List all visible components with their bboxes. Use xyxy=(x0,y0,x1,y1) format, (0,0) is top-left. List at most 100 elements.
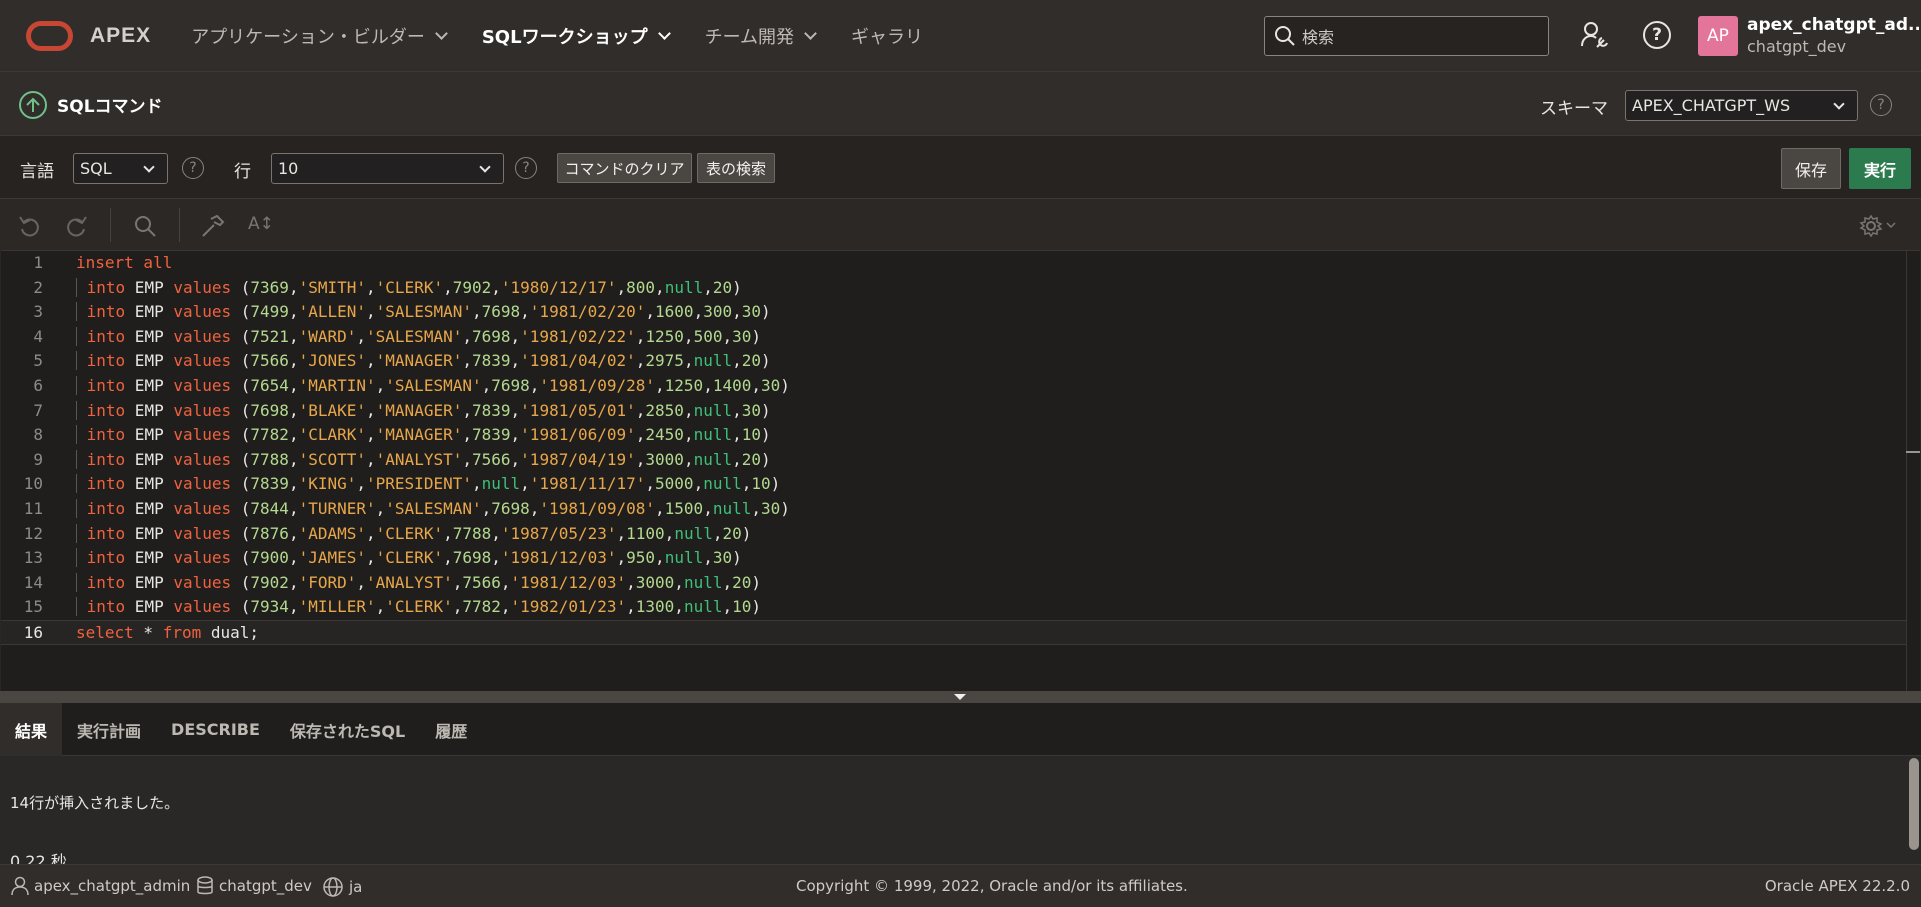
help-icon[interactable]: ? xyxy=(1643,21,1671,49)
tab-explain-plan[interactable]: 実行計画 xyxy=(62,703,156,756)
editor-scroll-marker xyxy=(1906,451,1920,453)
collapse-arrow-icon[interactable] xyxy=(954,694,966,700)
editor-scrollbar[interactable] xyxy=(1906,251,1920,691)
line-number: 16 xyxy=(23,622,43,642)
footer-workspace-label: chatgpt_dev xyxy=(219,877,312,895)
nav-team-development[interactable]: チーム開発 xyxy=(705,0,817,71)
schema-value: APEX_CHATGPT_WS xyxy=(1632,96,1791,115)
results-tabs: 結果 実行計画 DESCRIBE 保存されたSQL 履歴 xyxy=(0,703,1921,756)
format-code-icon[interactable]: A↕ xyxy=(248,214,274,234)
sql-editor[interactable]: 1 insert all 2 into EMP values (7369,'SMIT… xyxy=(1,251,1920,691)
language-select[interactable]: SQL xyxy=(73,153,168,184)
editor-results-splitter[interactable] xyxy=(0,691,1921,703)
database-icon xyxy=(197,876,213,895)
user-name[interactable]: apex_chatgpt_ad... xyxy=(1747,15,1919,35)
code-line[interactable]: 4 into EMP values (7521,'WARD','SALESMAN… xyxy=(1,325,1906,350)
code-text: into EMP values (7499,'ALLEN','SALESMAN'… xyxy=(76,300,771,325)
schema-select[interactable]: APEX_CHATGPT_WS xyxy=(1625,90,1858,121)
code-text: into EMP values (7698,'BLAKE','MANAGER',… xyxy=(76,399,771,424)
results-scrollbar[interactable] xyxy=(1909,758,1919,850)
find-tables-button[interactable]: 表の検索 xyxy=(697,153,775,183)
rows-select[interactable]: 10 xyxy=(271,153,504,184)
code-text: into EMP values (7369,'SMITH','CLERK',79… xyxy=(76,276,742,301)
code-text: into EMP values (7788,'SCOTT','ANALYST',… xyxy=(76,448,771,473)
footer-user[interactable]: apex_chatgpt_admin xyxy=(11,876,190,896)
code-line[interactable]: 13 into EMP values (7900,'JAMES','CLERK'… xyxy=(1,546,1906,571)
nav-label: アプリケーション・ビルダー xyxy=(191,26,425,48)
redo-icon[interactable] xyxy=(63,213,89,239)
code-text: select * from dual; xyxy=(76,622,260,642)
code-text: into EMP values (7902,'FORD','ANALYST',7… xyxy=(76,571,761,596)
schema-help-icon[interactable]: ? xyxy=(1870,94,1892,116)
find-icon[interactable] xyxy=(132,213,158,239)
footer-language-label: ja xyxy=(349,878,363,896)
code-line[interactable]: 1 insert all xyxy=(1,251,1906,276)
language-value: SQL xyxy=(80,159,112,178)
save-button[interactable]: 保存 xyxy=(1781,148,1841,189)
clear-command-button[interactable]: コマンドのクリア xyxy=(557,153,692,183)
footer: apex_chatgpt_admin chatgpt_dev ja Copyri… xyxy=(0,864,1921,907)
main-nav: アプリケーション・ビルダー SQLワークショップ チーム開発 ギャラリ xyxy=(191,0,959,71)
code-text: insert all xyxy=(76,253,173,272)
search-input[interactable]: 検索 xyxy=(1264,16,1549,56)
settings-gear-icon[interactable] xyxy=(1858,213,1898,239)
code-line[interactable]: 6 into EMP values (7654,'MARTIN','SALESM… xyxy=(1,374,1906,399)
code-line[interactable]: 12 into EMP values (7876,'ADAMS','CLERK'… xyxy=(1,522,1906,547)
line-number: 1 xyxy=(33,253,43,272)
nav-gallery[interactable]: ギャラリ xyxy=(851,0,923,71)
results-panel: 14行が挿入されました。 0.22 秒 xyxy=(0,756,1921,864)
code-line[interactable]: 11 into EMP values (7844,'TURNER','SALES… xyxy=(1,497,1906,522)
tab-describe[interactable]: DESCRIBE xyxy=(156,703,275,756)
line-number: 4 xyxy=(33,326,43,346)
footer-workspace[interactable]: chatgpt_dev xyxy=(196,876,312,896)
code-line[interactable]: 5 into EMP values (7566,'JONES','MANAGER… xyxy=(1,349,1906,374)
line-number: 6 xyxy=(33,375,43,395)
schema-label: スキーマ xyxy=(1540,99,1608,119)
line-number: 7 xyxy=(33,400,43,420)
line-number: 14 xyxy=(23,572,43,592)
code-line[interactable]: 15 into EMP values (7934,'MILLER','CLERK… xyxy=(1,595,1906,620)
admin-tools-icon[interactable] xyxy=(1580,20,1610,50)
chevron-down-icon xyxy=(479,161,491,173)
undo-icon[interactable] xyxy=(17,213,43,239)
code-line[interactable]: 3 into EMP values (7499,'ALLEN','SALESMA… xyxy=(1,300,1906,325)
code-line[interactable]: 7 into EMP values (7698,'BLAKE','MANAGER… xyxy=(1,399,1906,424)
rows-help-icon[interactable]: ? xyxy=(515,157,537,179)
line-number: 15 xyxy=(23,597,43,617)
oracle-logo-icon xyxy=(26,20,73,51)
code-text: into EMP values (7900,'JAMES','CLERK',76… xyxy=(76,546,742,571)
code-text: into EMP values (7566,'JONES','MANAGER',… xyxy=(76,349,771,374)
code-line[interactable]: 10 into EMP values (7839,'KING','PRESIDE… xyxy=(1,472,1906,497)
tab-results[interactable]: 結果 xyxy=(0,703,63,756)
copyright: Copyright © 1999, 2022, Oracle and/or it… xyxy=(796,877,1188,895)
page-title: SQLコマンド xyxy=(57,97,163,117)
footer-language[interactable]: ja xyxy=(322,876,362,898)
apex-logo[interactable]: APEX xyxy=(26,20,151,51)
tab-saved-sql[interactable]: 保存されたSQL xyxy=(275,703,420,756)
arrow-up-circle-icon[interactable] xyxy=(19,91,47,119)
line-number: 9 xyxy=(33,449,43,469)
code-line[interactable]: 8 into EMP values (7782,'CLARK','MANAGER… xyxy=(1,423,1906,448)
hammer-icon[interactable] xyxy=(200,213,226,239)
workspace-name: chatgpt_dev xyxy=(1747,37,1847,56)
avatar[interactable]: AP xyxy=(1698,16,1738,56)
code-line[interactable]: 9 into EMP values (7788,'SCOTT','ANALYST… xyxy=(1,448,1906,473)
code-line[interactable]: 14 into EMP values (7902,'FORD','ANALYST… xyxy=(1,571,1906,596)
rows-value: 10 xyxy=(278,159,299,178)
tab-history[interactable]: 履歴 xyxy=(420,703,482,756)
nav-app-builder[interactable]: アプリケーション・ビルダー xyxy=(191,0,448,71)
code-text: into EMP values (7654,'MARTIN','SALESMAN… xyxy=(76,374,790,399)
line-number: 12 xyxy=(23,523,43,543)
search-icon xyxy=(1275,26,1295,46)
code-lines[interactable]: 1 insert all 2 into EMP values (7369,'SMIT… xyxy=(1,251,1906,645)
footer-user-label: apex_chatgpt_admin xyxy=(34,877,191,895)
code-line[interactable]: 16 select * from dual; xyxy=(1,619,1906,645)
language-help-icon[interactable]: ? xyxy=(182,157,204,179)
chevron-down-icon xyxy=(434,26,448,40)
nav-sql-workshop[interactable]: SQLワークショップ xyxy=(482,0,671,71)
code-text: into EMP values (7934,'MILLER','CLERK',7… xyxy=(76,595,761,620)
chevron-down-icon xyxy=(804,26,817,40)
code-line[interactable]: 2 into EMP values (7369,'SMITH','CLERK',… xyxy=(1,276,1906,301)
toolbar-divider xyxy=(179,208,180,242)
run-button[interactable]: 実行 xyxy=(1849,148,1911,189)
